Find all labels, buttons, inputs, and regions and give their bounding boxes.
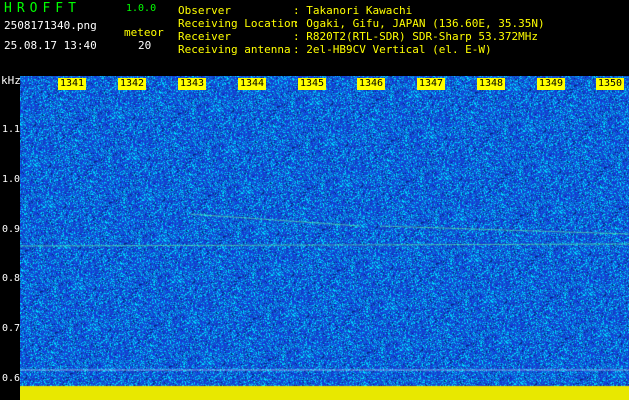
y-tick-label: 1.1	[2, 124, 21, 135]
x-tick-label: 1349	[537, 78, 566, 90]
x-tick-label: 1342	[118, 78, 147, 90]
y-tick-label: 0.9	[2, 224, 21, 235]
info-row: Receiving Location: Ogaki, Gifu, JAPAN (…	[178, 17, 545, 30]
info-key: Receiver	[178, 30, 231, 43]
info-key: Observer	[178, 4, 231, 17]
x-tick-label: 1348	[477, 78, 506, 90]
app-title: HROFFT	[4, 1, 81, 16]
x-tick-label: 1341	[58, 78, 87, 90]
info-row: Receiver : R820T2(RTL-SDR) SDR-Sharp 53.3…	[178, 30, 545, 43]
info-value: : R820T2(RTL-SDR) SDR-Sharp 53.372MHz	[293, 30, 539, 43]
y-tick-label: 1.0	[2, 174, 21, 185]
info-value: : 2el-HB9CV Vertical (el. E-W)	[293, 43, 492, 56]
x-tick-label: 1345	[298, 78, 327, 90]
header-panel: HROFFT 1.0.0 2508171340.png 25.08.17 13:…	[0, 0, 629, 76]
y-tick-label: 0.7	[2, 323, 21, 334]
x-tick-label: 1344	[238, 78, 267, 90]
info-key: Receiving Location	[178, 17, 298, 30]
info-value: : Takanori Kawachi	[293, 4, 413, 17]
recording-datetime: 25.08.17 13:40	[4, 39, 97, 52]
meteor-count: 20	[138, 39, 152, 52]
info-row: Observer : Takanori Kawachi	[178, 4, 545, 17]
info-key: Receiving antenna	[178, 43, 291, 56]
axis-unit-label: kHz	[1, 74, 21, 87]
x-tick-label: 1343	[178, 78, 207, 90]
x-tick-label: 1346	[357, 78, 386, 90]
x-tick-label: 1347	[417, 78, 446, 90]
file-name: 2508171340.png	[4, 19, 97, 32]
meteor-label: meteor	[124, 26, 164, 39]
station-info: Observer : Takanori Kawachi Receiving Loc…	[178, 4, 545, 56]
app-version: 1.0.0	[126, 3, 157, 14]
y-tick-label: 0.8	[2, 273, 21, 284]
x-tick-label: 1350	[596, 78, 625, 90]
info-value: : Ogaki, Gifu, JAPAN (136.60E, 35.35N)	[293, 17, 545, 30]
info-row: Receiving antenna: 2el-HB9CV Vertical (e…	[178, 43, 545, 56]
spectrogram-canvas[interactable]	[20, 76, 629, 400]
y-tick-label: 0.6	[2, 373, 21, 384]
